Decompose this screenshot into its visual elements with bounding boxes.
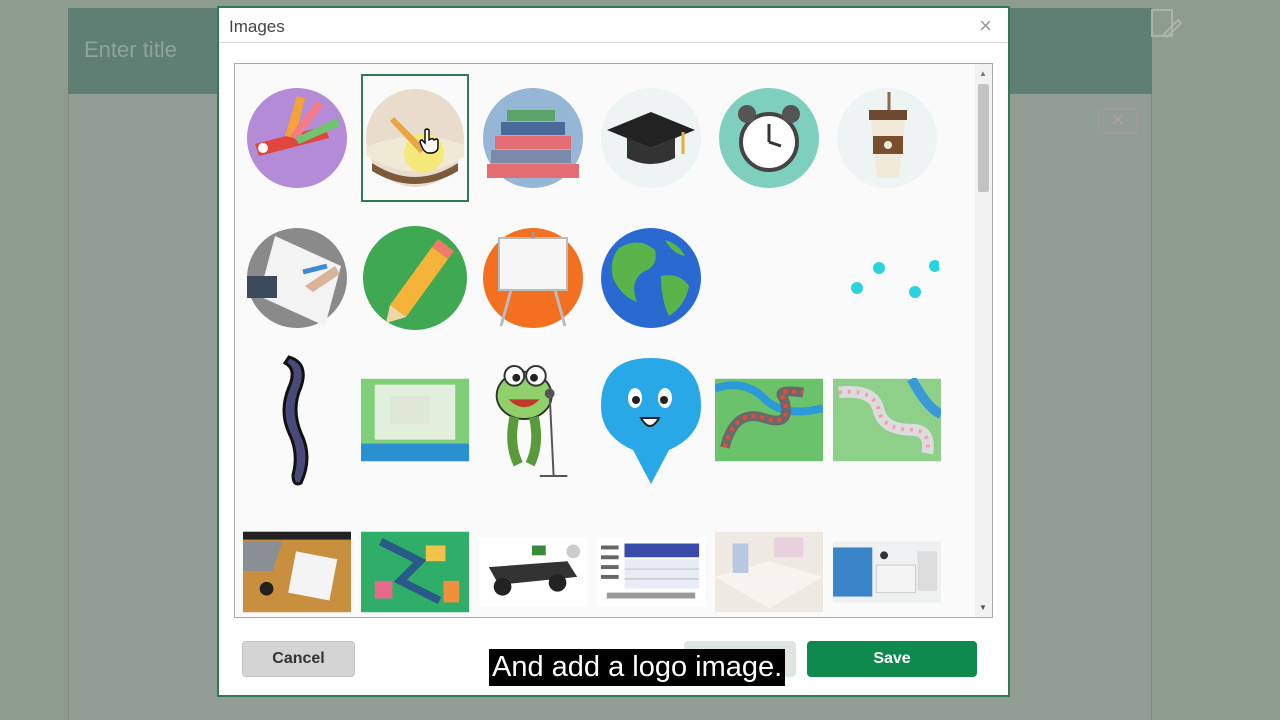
images-dialog: Images × ▲ ▼ Cancel Save [217, 6, 1010, 697]
scroll-thumb[interactable] [978, 84, 989, 192]
hand-cursor-icon [418, 128, 440, 159]
dialog-title: Images [229, 17, 285, 36]
image-thumbnail[interactable] [361, 508, 469, 617]
image-gallery: ▲ ▼ [234, 63, 993, 618]
image-thumbnail[interactable] [243, 508, 351, 617]
image-thumbnail[interactable] [479, 352, 587, 488]
image-thumbnail[interactable] [243, 214, 351, 342]
image-thumbnail[interactable] [597, 508, 705, 617]
save-button[interactable]: Save [807, 641, 977, 677]
video-caption: And add a logo image. [489, 649, 786, 686]
image-thumbnail[interactable] [361, 352, 469, 488]
image-thumbnail[interactable] [715, 74, 823, 202]
image-thumbnail[interactable] [833, 74, 941, 202]
image-thumbnail[interactable] [479, 508, 587, 617]
close-icon[interactable]: ✕ [1098, 108, 1138, 134]
image-thumbnail[interactable] [243, 352, 351, 488]
image-thumbnail[interactable] [361, 74, 469, 202]
image-thumbnail[interactable] [833, 352, 941, 488]
cancel-button[interactable]: Cancel [242, 641, 355, 677]
scroll-up-icon[interactable]: ▲ [979, 69, 987, 78]
close-icon[interactable]: × [979, 13, 992, 39]
image-thumbnail[interactable] [597, 352, 705, 488]
scroll-down-icon[interactable]: ▼ [979, 603, 987, 612]
image-thumbnail[interactable] [479, 74, 587, 202]
image-thumbnail[interactable] [833, 214, 941, 342]
pencil-icon[interactable] [1148, 4, 1183, 44]
image-thumbnail[interactable] [243, 74, 351, 202]
dialog-header: Images × [219, 8, 1008, 43]
image-thumbnail[interactable] [715, 352, 823, 488]
image-thumbnail[interactable] [833, 508, 941, 617]
title-input[interactable]: Enter title [84, 37, 177, 63]
image-thumbnail[interactable] [715, 508, 823, 617]
image-thumbnail[interactable] [597, 214, 705, 342]
gallery-scrollbar[interactable]: ▲ ▼ [975, 64, 992, 617]
image-thumbnail[interactable] [479, 214, 587, 342]
image-thumbnail[interactable] [715, 214, 823, 342]
image-thumbnail[interactable] [361, 214, 469, 342]
image-thumbnail[interactable] [597, 74, 705, 202]
